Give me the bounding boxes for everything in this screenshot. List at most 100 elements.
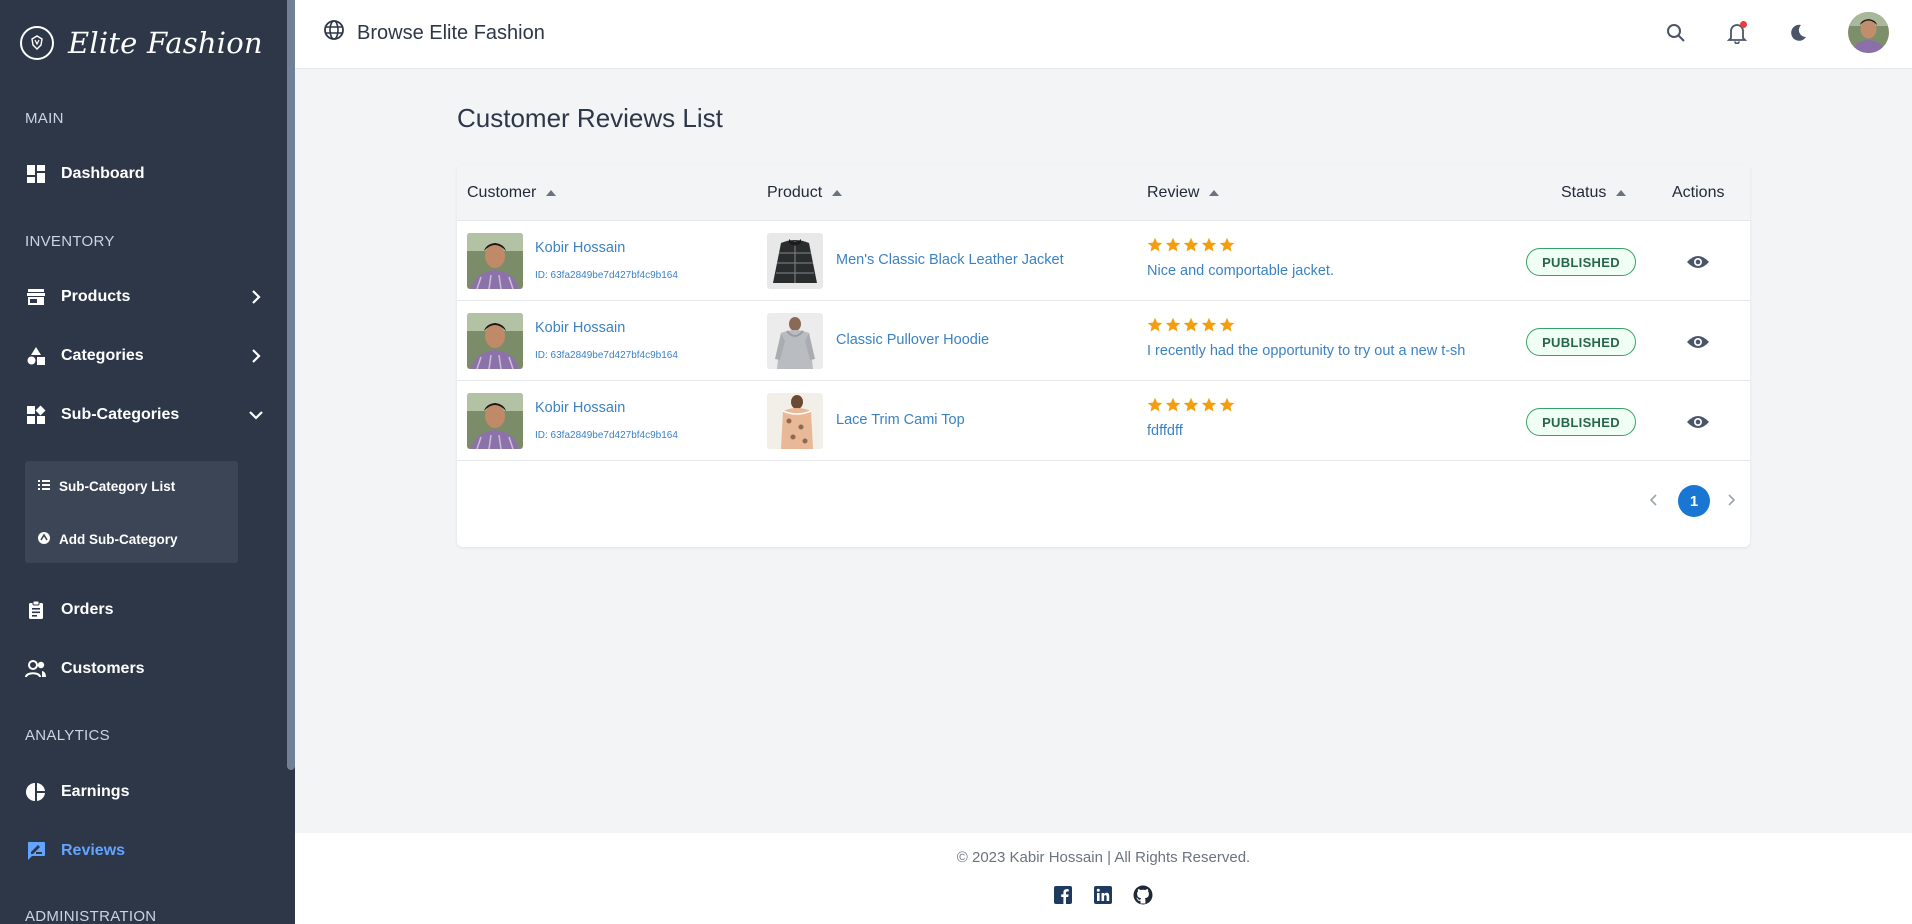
sidebar-item-dashboard[interactable]: Dashboard [25,158,265,190]
status-badge: PUBLISHED [1526,328,1636,356]
chevron-right-icon [252,290,261,304]
star-icon [1165,237,1181,252]
product-name-link[interactable]: Men's Classic Black Leather Jacket [836,252,1064,268]
status-badge: PUBLISHED [1526,248,1636,276]
star-icon [1219,237,1235,252]
review-text: Nice and comportable jacket. [1147,263,1334,279]
github-icon[interactable] [1131,883,1155,907]
column-header-product[interactable]: Product [767,184,843,202]
table-row: Kobir Hossain ID: 63fa2849be7d427bf4c9b1… [457,301,1750,381]
submenu-item-add-sub-category[interactable]: Add Sub-Category [37,527,178,551]
rate-review-icon [25,840,47,862]
customer-avatar [467,313,523,369]
sort-arrow-icon [1209,190,1220,196]
product-name-link[interactable]: Classic Pullover Hoodie [836,332,989,348]
column-header-customer[interactable]: Customer [467,184,557,202]
sidebar-item-categories[interactable]: Categories [25,340,265,372]
store-icon [25,286,47,308]
star-icon [1165,397,1181,412]
star-icon [1201,317,1217,332]
star-icon [1183,237,1199,252]
sidebar-item-customers[interactable]: Customers [25,653,265,685]
section-label-main: MAIN [25,110,64,127]
pagination-page-button[interactable]: 1 [1678,485,1710,517]
avatar[interactable] [1848,12,1889,53]
star-icon [1219,397,1235,412]
star-icon [1183,397,1199,412]
logo-text: Elite Fashion [68,26,263,60]
chevron-down-icon [249,411,263,420]
facebook-icon[interactable] [1051,883,1075,907]
column-label: Customer [467,184,537,201]
shapes-icon [25,345,47,367]
add-circle-icon [37,531,51,548]
column-header-status[interactable]: Status [1561,184,1627,202]
browse-link[interactable]: Browse Elite Fashion [323,19,545,47]
pagination-prev-button[interactable] [1644,490,1664,510]
sidebar-item-earnings[interactable]: Earnings [25,776,265,808]
pie-chart-icon [25,781,47,803]
section-label-analytics: ANALYTICS [25,727,110,744]
star-icon [1183,317,1199,332]
sidebar-item-label: Reviews [61,842,126,859]
customer-avatar [467,233,523,289]
sidebar-item-label: Orders [61,601,114,618]
linkedin-icon[interactable] [1091,883,1115,907]
clipboard-icon [25,599,47,621]
sidebar: Elite Fashion MAIN Dashboard INVENTORY P… [0,0,295,924]
submenu-item-sub-category-list[interactable]: Sub-Category List [37,474,175,498]
table-row: Kobir Hossain ID: 63fa2849be7d427bf4c9b1… [457,381,1750,461]
people-icon [25,658,47,680]
footer: © 2023 Kabir Hossain | All Rights Reserv… [295,833,1912,924]
pagination-next-button[interactable] [1721,490,1741,510]
review-text: fdffdff [1147,423,1183,439]
chevron-right-icon [252,349,261,363]
sidebar-scrollbar[interactable] [287,0,295,770]
customer-name-link[interactable]: Kobir Hossain [535,400,625,416]
sidebar-item-reviews[interactable]: Reviews [25,835,265,867]
column-label: Status [1561,184,1607,201]
column-label: Product [767,184,823,201]
view-eye-icon[interactable] [1685,409,1711,435]
chevron-left-icon [1649,494,1657,506]
star-icon [1201,237,1217,252]
sidebar-item-sub-categories[interactable]: Sub-Categories [25,399,265,431]
logo[interactable]: Elite Fashion [20,26,263,60]
product-name-link[interactable]: Lace Trim Cami Top [836,412,965,428]
view-eye-icon[interactable] [1685,249,1711,275]
customer-avatar [467,393,523,449]
star-rating [1147,317,1235,333]
copyright-text: © 2023 Kabir Hossain | All Rights Reserv… [956,849,1251,866]
section-label-administration: ADMINISTRATION [25,908,157,924]
product-thumbnail [767,393,823,449]
sort-arrow-icon [1616,190,1627,196]
search-icon[interactable] [1663,20,1689,46]
column-header-actions: Actions [1672,184,1724,202]
column-label: Review [1147,184,1200,201]
view-eye-icon[interactable] [1685,329,1711,355]
sidebar-item-label: Categories [61,347,144,364]
bell-icon[interactable] [1724,20,1750,46]
review-text: I recently had the opportunity to try ou… [1147,343,1466,359]
logo-emblem-icon [20,26,54,60]
star-icon [1147,237,1163,252]
column-header-review[interactable]: Review [1147,184,1220,202]
moon-icon[interactable] [1785,20,1811,46]
column-label: Actions [1672,184,1725,201]
customer-name-link[interactable]: Kobir Hossain [535,240,625,256]
sub-categories-submenu: Sub-Category List Add Sub-Category [25,461,238,563]
customer-id: ID: 63fa2849be7d427bf4c9b164 [535,270,678,281]
brand-text: Browse Elite Fashion [357,21,545,44]
sidebar-item-orders[interactable]: Orders [25,594,265,626]
sort-arrow-icon [546,190,557,196]
sidebar-item-label: Products [61,288,131,305]
status-badge: PUBLISHED [1526,408,1636,436]
notification-dot [1740,21,1747,28]
dashboard-icon [25,163,47,185]
table-row: Kobir Hossain ID: 63fa2849be7d427bf4c9b1… [457,221,1750,301]
sidebar-item-products[interactable]: Products [25,281,265,313]
sort-arrow-icon [832,190,843,196]
customer-name-link[interactable]: Kobir Hossain [535,320,625,336]
sidebar-item-label: Sub-Categories [61,406,180,423]
submenu-item-label: Add Sub-Category [59,531,178,547]
